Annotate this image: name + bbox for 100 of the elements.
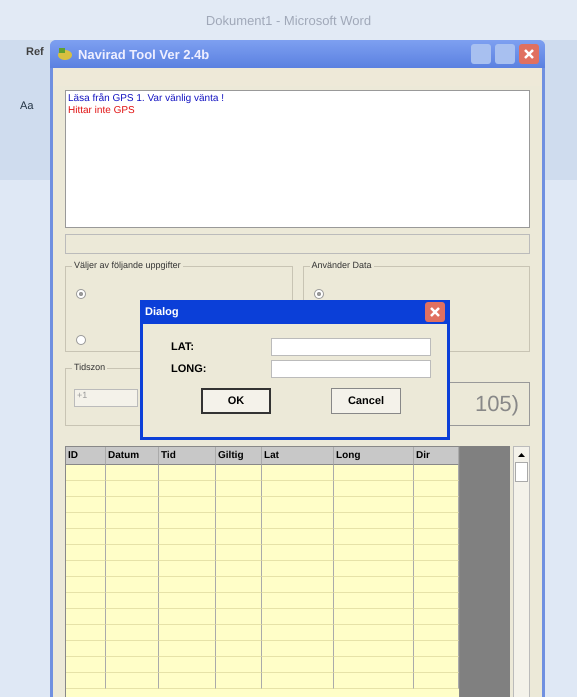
table-cell [159,529,216,545]
table-cell [262,513,334,529]
input-field[interactable] [271,360,431,378]
table-cell [414,545,459,561]
field-label: LONG: [171,363,206,375]
radio-button[interactable] [76,335,86,345]
window-title: Dokument1 - Microsoft Word [206,12,372,28]
table-cell [216,609,262,625]
table-cell [216,497,262,513]
table-cell [414,577,459,593]
table-cell [159,497,216,513]
table-cell [106,673,159,689]
table-cell [414,561,459,577]
dialog-button[interactable]: Cancel [331,388,401,414]
close-icon [428,305,442,319]
table-cell [66,641,106,657]
table-cell [106,481,159,497]
table-cell [66,609,106,625]
table-cell [262,641,334,657]
table-cell [66,577,106,593]
table-cell [66,593,106,609]
table-cell [159,625,216,641]
table-cell [262,465,334,481]
table-cell [66,545,106,561]
table-cell [414,641,459,657]
table-cell [66,481,106,497]
table-cell [414,481,459,497]
table-cell [106,641,159,657]
group-title: Tidszon [72,362,108,372]
table-cell [262,625,334,641]
table-cell [159,657,216,673]
table-cell [216,465,262,481]
table-cell [159,609,216,625]
table-cell [66,561,106,577]
table-cell [66,673,106,689]
table-cell [216,545,262,561]
table-cell [106,609,159,625]
table-cell [159,513,216,529]
table-cell [262,561,334,577]
column-header[interactable]: Giltig [216,447,262,465]
table-cell [216,593,262,609]
close-button[interactable] [425,302,445,322]
field-label: LAT: [171,341,194,353]
table-cell [159,465,216,481]
dialog-title: Dialog [145,306,179,318]
table-cell [216,513,262,529]
table-cell [66,625,106,641]
column-header[interactable]: Datum [106,447,159,465]
table-cell [216,625,262,641]
dialog-button[interactable]: OK [201,388,271,414]
radio-button[interactable] [314,289,324,299]
table-cell [262,497,334,513]
app-icon [56,46,74,62]
table-cell [414,529,459,545]
table-cell [262,657,334,673]
table-cell [106,657,159,673]
table-cell [66,657,106,673]
radio-button[interactable] [76,289,86,299]
table-cell [106,625,159,641]
table-cell [66,529,106,545]
table-cell [262,545,334,561]
table-cell [159,481,216,497]
table-cell [106,513,159,529]
scroll-thumb[interactable] [514,462,528,482]
input-field[interactable] [271,338,431,356]
table-cell [216,529,262,545]
table-cell [262,481,334,497]
table-cell [106,561,159,577]
column-header[interactable]: Lat [262,447,334,465]
table-cell [262,609,334,625]
group-title: Väljer av följande uppgifter [72,260,183,270]
column-header[interactable]: Dir [414,447,459,465]
table-cell [414,657,459,673]
table-cell [414,593,459,609]
table-cell [106,529,159,545]
close-icon [522,47,536,61]
window-title: Navirad Tool Ver 2.4b [78,46,210,62]
column-header[interactable]: Tid [159,447,216,465]
ribbon-button[interactable]: Aa [20,100,34,112]
table-cell [106,465,159,481]
ribbon-tab[interactable]: Ref [26,46,44,58]
table-cell [262,673,334,689]
table-cell [216,657,262,673]
table-cell [414,513,459,529]
table-cell [159,577,216,593]
scrollbar[interactable] [512,446,530,697]
column-header[interactable]: ID [66,447,106,465]
table-cell [414,465,459,481]
reading-text: 105) [474,391,519,417]
table-cell [216,641,262,657]
table-cell [66,513,106,529]
log-line: Läsa från GPS 1. Var vänlig vänta ! [68,93,226,105]
close-button[interactable] [519,44,539,64]
table-cell [66,465,106,481]
group-title: Använder Data [310,260,374,270]
table-cell [414,609,459,625]
table-cell [414,625,459,641]
table-cell [159,641,216,657]
table-cell [262,577,334,593]
column-header[interactable]: Long [334,447,414,465]
